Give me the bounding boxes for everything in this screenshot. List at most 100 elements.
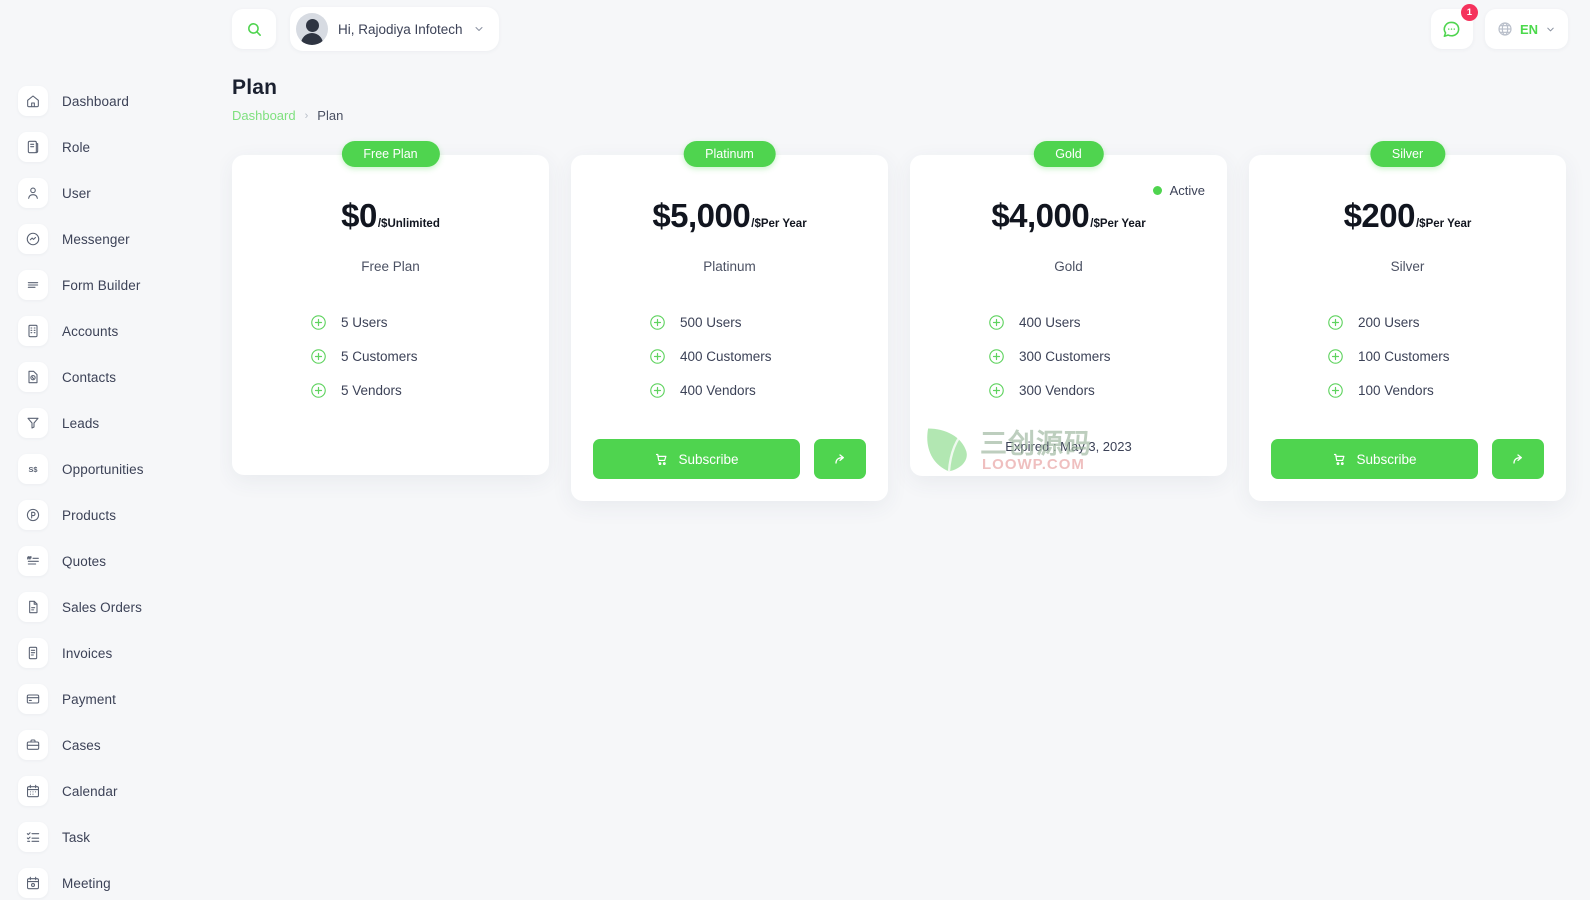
- user-menu[interactable]: Hi, Rajodiya Infotech: [290, 7, 499, 51]
- sidebar-item-form-builder[interactable]: Form Builder: [0, 262, 220, 308]
- subscribe-button-label: Subscribe: [1356, 451, 1417, 467]
- subscribe-button[interactable]: Subscribe: [593, 439, 800, 479]
- svg-text:S$: S$: [29, 465, 38, 474]
- sidebar-item-opportunities[interactable]: S$ Opportunities: [0, 446, 220, 492]
- sidebar-item-cases[interactable]: Cases: [0, 722, 220, 768]
- plus-circle-icon: [1327, 382, 1344, 399]
- checklist-icon: [18, 822, 48, 852]
- plan-feature-label: 5 Vendors: [341, 383, 402, 398]
- plan-price: $4,000: [991, 197, 1090, 234]
- sidebar-item-sales-orders[interactable]: Sales Orders: [0, 584, 220, 630]
- plan-feature: 200 Users: [1271, 314, 1544, 331]
- page-header: Plan Dashboard › Plan: [220, 58, 1590, 123]
- scroll-icon: [18, 132, 48, 162]
- sidebar-item-task[interactable]: Task: [0, 814, 220, 860]
- plus-circle-icon: [989, 315, 1004, 330]
- p-circle-icon: [18, 500, 48, 530]
- plan-features: 5 Users 5 Customers 5 Vendors: [254, 314, 527, 399]
- sidebar-item-messenger[interactable]: Messenger: [0, 216, 220, 262]
- chevron-down-icon: [475, 27, 483, 31]
- building-icon: [18, 316, 48, 346]
- plan-badge: Gold: [1033, 141, 1104, 167]
- plan-card-platinum: Platinum $5,000/$Per Year Platinum 500 User…: [571, 141, 888, 501]
- lines-icon: [18, 270, 48, 300]
- plus-circle-icon: [988, 382, 1005, 399]
- plan-name: Free Plan: [361, 259, 420, 274]
- plan-price-row: $0/$Unlimited: [341, 197, 440, 235]
- plan-feature-label: 5 Customers: [341, 349, 418, 364]
- status-badge: Active: [1152, 183, 1205, 198]
- plus-circle-icon: [1327, 348, 1344, 365]
- plus-circle-icon: [1327, 314, 1344, 331]
- plan-badge: Platinum: [683, 141, 776, 167]
- share-button[interactable]: [1492, 439, 1544, 479]
- contact-card-icon: [18, 362, 48, 392]
- sidebar-item-user[interactable]: User: [0, 170, 220, 216]
- calendar-icon: [18, 776, 48, 806]
- plan-price-row: $5,000/$Per Year: [652, 197, 806, 235]
- plan-price: $200: [1343, 197, 1416, 234]
- sidebar-item-label: Meeting: [62, 875, 111, 891]
- plan-actions: Subscribe: [1271, 399, 1544, 479]
- subscribe-button[interactable]: Subscribe: [1271, 439, 1478, 479]
- plus-circle-icon: [311, 383, 326, 398]
- plus-circle-icon: [311, 315, 326, 330]
- plan-feature: 400 Customers: [593, 348, 866, 365]
- plus-circle-icon: [989, 349, 1004, 364]
- language-label: EN: [1519, 21, 1538, 37]
- sidebar-item-label: Role: [62, 139, 91, 155]
- sidebar-item-label: Sales Orders: [62, 599, 142, 615]
- sidebar-item-dashboard[interactable]: Dashboard: [0, 78, 220, 124]
- sidebar-item-label: Task: [62, 829, 91, 845]
- sidebar-item-contacts[interactable]: Contacts: [0, 354, 220, 400]
- plan-badge: Silver: [1369, 141, 1446, 167]
- main-area: Hi, Rajodiya Infotech 1 EN Plan Dashboar…: [220, 0, 1590, 900]
- quote-icon: [18, 546, 48, 576]
- search-button[interactable]: [232, 9, 276, 49]
- breadcrumb: Dashboard › Plan: [232, 108, 1590, 123]
- plus-circle-icon: [650, 315, 665, 330]
- sidebar-item-quotes[interactable]: Quotes: [0, 538, 220, 584]
- share-button[interactable]: [814, 439, 866, 479]
- status-label: Active: [1169, 183, 1205, 198]
- sidebar-item-role[interactable]: Role: [0, 124, 220, 170]
- globe-icon: [1498, 22, 1512, 36]
- plan-feature: 5 Vendors: [254, 382, 527, 399]
- page-title: Plan: [232, 76, 278, 99]
- plan-feature-label: 400 Vendors: [680, 383, 756, 398]
- plan-feature-label: 500 Users: [680, 315, 742, 330]
- plan-feature-label: 400 Users: [1019, 315, 1081, 330]
- breadcrumb-dashboard[interactable]: Dashboard: [232, 108, 296, 123]
- plan-expiry: Expired : May 3, 2023: [1005, 439, 1132, 454]
- cart-icon: [1334, 453, 1345, 465]
- plan-features: 500 Users 400 Customers 400 Vendors: [593, 314, 866, 399]
- sidebar-item-products[interactable]: Products: [0, 492, 220, 538]
- plan-feature-label: 200 Users: [1358, 315, 1420, 330]
- plus-circle-icon: [649, 314, 666, 331]
- invoice-icon: [18, 638, 48, 668]
- sidebar-item-label: Calendar: [62, 783, 118, 799]
- plan-badge: Free Plan: [341, 141, 440, 167]
- sidebar-item-label: Dashboard: [62, 93, 129, 109]
- sidebar-item-leads[interactable]: Leads: [0, 400, 220, 446]
- plan-feature: 500 Users: [593, 314, 866, 331]
- messages-button[interactable]: 1: [1430, 4, 1478, 49]
- plan-cards: Free Plan $0/$Unlimited Free Plan 5 Users 5 …: [220, 123, 1590, 501]
- plan-feature: 5 Customers: [254, 348, 527, 365]
- sidebar-item-invoices[interactable]: Invoices: [0, 630, 220, 676]
- sidebar-item-meeting[interactable]: Meeting: [0, 860, 220, 900]
- sidebar-item-label: Products: [62, 507, 117, 523]
- plus-circle-icon: [1328, 315, 1343, 330]
- breadcrumb-current: Plan: [317, 108, 344, 123]
- sidebar-item-calendar[interactable]: Calendar: [0, 768, 220, 814]
- sidebar-item-payment[interactable]: Payment: [0, 676, 220, 722]
- language-selector[interactable]: EN: [1484, 9, 1568, 49]
- home-icon: [18, 86, 48, 116]
- plan-actions: Subscribe: [593, 399, 866, 479]
- sidebar-item-label: Payment: [62, 691, 116, 707]
- sidebar-item-accounts[interactable]: Accounts: [0, 308, 220, 354]
- plan-price-unit: /$Unlimited: [377, 218, 440, 230]
- plus-circle-icon: [310, 382, 327, 399]
- plan-feature-label: 100 Customers: [1358, 349, 1450, 364]
- share-arrow-icon: [835, 454, 844, 464]
